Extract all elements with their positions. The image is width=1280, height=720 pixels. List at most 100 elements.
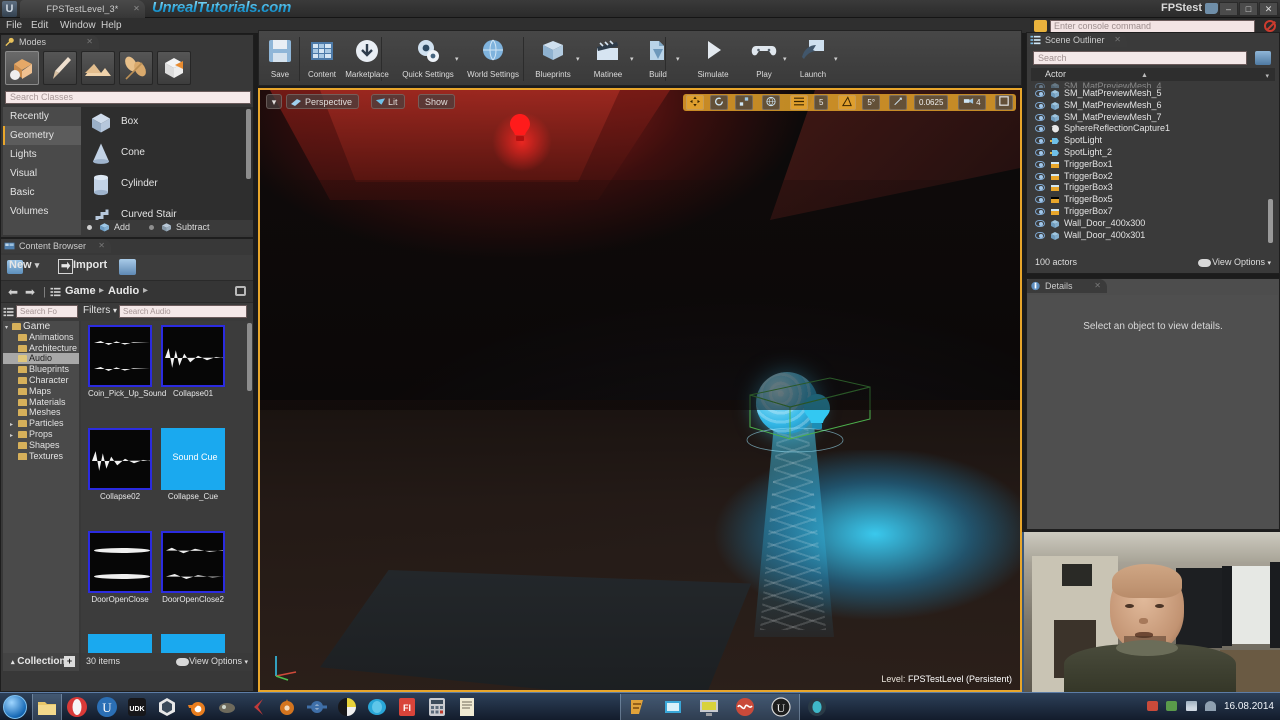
collections-header[interactable]: ▴ Collection + (3, 653, 79, 671)
build-button[interactable]: Build (639, 37, 677, 79)
tree-item-blueprints[interactable]: Blueprints (3, 364, 79, 375)
visibility-toggle-icon[interactable] (1035, 184, 1045, 192)
content-button[interactable]: Content (303, 37, 341, 79)
category-volumes[interactable]: Volumes (3, 202, 81, 221)
menu-item-edit[interactable]: Edit (31, 20, 48, 31)
grid-snap-button[interactable] (789, 95, 808, 110)
back-icon[interactable]: ⬅ (8, 285, 18, 299)
add-radio[interactable] (87, 225, 92, 230)
red-point-light-icon[interactable] (506, 112, 534, 148)
maximize-button[interactable]: □ (1239, 2, 1258, 16)
rotation-snap-button[interactable] (837, 95, 856, 110)
category-lights[interactable]: Lights (3, 145, 81, 164)
menu-item-window[interactable]: Window (60, 20, 96, 31)
unreal-engine-icon[interactable]: U (96, 696, 118, 718)
table-row[interactable]: SM_MatPreviewMesh_6 (1031, 100, 1275, 112)
outliner-search-input[interactable]: Search (1033, 51, 1247, 65)
level-viewport[interactable]: ▾ Perspective Lit Show 5 5° 0.0625 4 Lev… (258, 88, 1022, 692)
table-row[interactable]: TriggerBox5 (1031, 194, 1275, 206)
grid-snap-value[interactable]: 5 (814, 95, 829, 110)
save-all-icon[interactable] (119, 259, 136, 275)
tree-item-props[interactable]: ▸ Props (3, 429, 79, 440)
viewport-options-button[interactable]: ▾ (266, 94, 282, 109)
search-classes-input[interactable]: Search Classes (5, 91, 251, 104)
camera-speed-button[interactable]: 4 (957, 95, 986, 110)
table-row[interactable]: SM_MatPreviewMesh_4 (1031, 81, 1275, 88)
scale-snap-value[interactable]: 0.0625 (913, 95, 949, 110)
launch-button[interactable]: Launch (792, 37, 834, 79)
table-row[interactable]: TriggerBox1 (1031, 159, 1275, 171)
asset-tile[interactable]: Coin_Pick_Up_Sound (88, 325, 166, 398)
table-row[interactable]: SpotLight (1031, 135, 1275, 147)
notepad-icon[interactable] (456, 696, 478, 718)
chevron-down-icon[interactable]: ▾ (676, 55, 680, 63)
breadcrumb-game[interactable]: Game (65, 285, 96, 297)
asset-tile[interactable]: DoorOpenClose2 (161, 531, 225, 604)
visibility-toggle-icon[interactable] (1035, 113, 1045, 121)
opera-icon[interactable] (66, 696, 88, 718)
place-mode-button[interactable] (5, 51, 39, 85)
table-row[interactable]: TriggerBox7 (1031, 206, 1275, 218)
chevron-down-icon[interactable]: ▾ (576, 55, 580, 63)
category-visual[interactable]: Visual (3, 164, 81, 183)
visibility-toggle-icon[interactable] (1035, 125, 1045, 133)
import-button[interactable]: Import (73, 259, 107, 271)
rotate-mode-button[interactable] (710, 95, 729, 110)
camera-mode-button[interactable]: Perspective (286, 94, 360, 109)
chevron-down-icon[interactable]: ▾ (630, 55, 634, 63)
asset-tile[interactable]: Sound Cue (88, 634, 152, 653)
asset-tile[interactable]: Sound Cue Collapse_Cue (161, 428, 225, 501)
start-button-icon[interactable] (3, 695, 27, 719)
taskbar-window-video[interactable] (662, 696, 684, 718)
translate-mode-button[interactable] (685, 95, 704, 110)
sculptris-icon[interactable] (336, 696, 358, 718)
substance-icon[interactable] (216, 696, 238, 718)
view-options-button[interactable]: View Options ▾ (1212, 257, 1271, 267)
taskbar-window-editor[interactable] (806, 696, 828, 718)
foliage-mode-button[interactable] (119, 51, 153, 85)
chevron-down-icon[interactable]: ▾ (783, 55, 787, 63)
calculator-icon[interactable] (426, 696, 448, 718)
class-item-cone[interactable]: Cone (81, 138, 253, 169)
forward-icon[interactable]: ➡ (25, 285, 35, 299)
breadcrumb-audio[interactable]: Audio (108, 285, 139, 297)
zbrush-icon[interactable] (276, 696, 298, 718)
add-collection-icon[interactable]: + (64, 656, 75, 667)
tree-item-game[interactable]: ▾ Game (3, 321, 79, 332)
visibility-toggle-icon[interactable] (1035, 148, 1045, 156)
visibility-toggle-icon[interactable] (1035, 231, 1045, 239)
menu-item-file[interactable]: File (6, 20, 22, 31)
tree-item-meshes[interactable]: Meshes (3, 407, 79, 418)
asset-tile[interactable]: Collapse02 (88, 428, 152, 501)
tree-item-animations[interactable]: Animations (3, 332, 79, 343)
class-item-box[interactable]: Box (81, 107, 253, 138)
blueprints-button[interactable]: Blueprints (529, 37, 577, 79)
marketplace-button[interactable]: Marketplace (343, 37, 391, 79)
simulate-button[interactable]: Simulate (687, 37, 739, 79)
taskbar-window-audacity[interactable] (734, 696, 756, 718)
tab-modes[interactable]: Modes ✕ (1, 35, 99, 49)
show-menu-button[interactable]: Show (418, 94, 455, 109)
scale-snap-button[interactable] (889, 95, 908, 110)
tab-details[interactable]: Details ✕ (1027, 279, 1107, 293)
autodesk-icon[interactable] (306, 696, 328, 718)
fl-studio-icon[interactable]: Fl (396, 696, 418, 718)
coordinate-system-button[interactable] (762, 95, 781, 110)
visibility-toggle-icon[interactable] (1035, 172, 1045, 180)
tab-content-browser[interactable]: Content Browser ✕ (1, 239, 111, 253)
quick-settings-button[interactable]: Quick Settings (399, 37, 457, 79)
udk-icon[interactable]: UDK (126, 696, 148, 718)
save-button[interactable]: Save (263, 37, 297, 79)
tree-item-audio[interactable]: Audio (3, 353, 79, 365)
table-row[interactable]: SM_MatPreviewMesh_5 (1031, 88, 1275, 100)
geometry-editing-mode-button[interactable] (157, 51, 191, 85)
category-recently-placed[interactable]: Recently Placed (3, 107, 81, 141)
tree-item-architecture[interactable]: Architecture (3, 343, 79, 354)
taskbar-window-fl-studio[interactable] (626, 696, 648, 718)
network-icon[interactable] (1185, 701, 1197, 711)
tree-item-shapes[interactable]: Shapes (3, 440, 79, 451)
tray-alert-icon[interactable] (1146, 701, 1158, 711)
view-mode-button[interactable]: Lit (371, 94, 405, 109)
visibility-toggle-icon[interactable] (1035, 196, 1045, 204)
sources-toggle-icon[interactable] (3, 307, 14, 317)
